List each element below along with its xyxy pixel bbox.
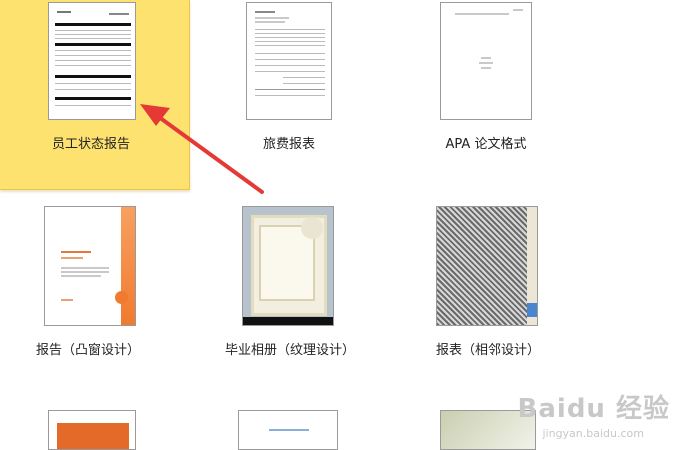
template-label-travel-expense: 旅费报表 xyxy=(262,137,315,152)
template-label-employee-status: 员工状态报告 xyxy=(51,137,130,152)
template-label-graduation-album: 毕业相册（纹理设计） xyxy=(224,343,355,358)
watermark-url: jingyan.baidu.com xyxy=(542,427,644,440)
thumbnail-employee-status[interactable] xyxy=(48,2,136,120)
template-label-apa-paper: APA 论文格式 xyxy=(445,137,527,152)
thumbnail-apa-paper[interactable] xyxy=(440,2,532,120)
thumbnail-row3-orange[interactable] xyxy=(48,410,136,450)
thumbnail-travel-expense[interactable] xyxy=(246,2,332,120)
template-label-report-bay-window: 报告（凸窗设计） xyxy=(35,343,140,358)
template-label-report-adjacent: 报表（相邻设计） xyxy=(435,343,540,358)
thumbnail-row3-blue[interactable] xyxy=(238,410,338,450)
thumbnail-report-adjacent[interactable] xyxy=(436,206,538,326)
thumbnail-graduation-album[interactable] xyxy=(242,206,334,326)
watermark-brand: Baidu 经验 xyxy=(517,394,670,424)
thumbnail-report-bay-window[interactable] xyxy=(44,206,136,326)
